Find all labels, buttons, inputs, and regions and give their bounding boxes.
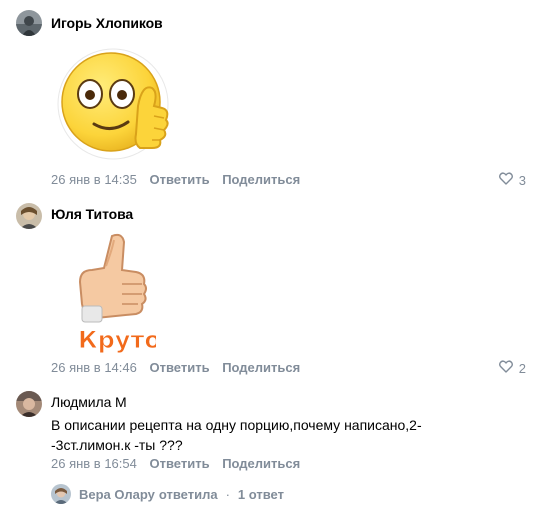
author-name[interactable]: Людмила М [51,394,127,410]
replies-count[interactable]: 1 ответ [238,487,284,502]
reply-avatar [51,484,71,504]
reply-button[interactable]: Ответить [149,360,209,375]
avatar[interactable] [16,203,42,229]
like-button[interactable]: 3 [498,172,526,188]
like-count: 2 [518,360,526,376]
comment-meta: 26 янв в 16:54 Ответить Поделиться [51,456,300,471]
share-button[interactable]: Поделиться [222,172,300,187]
comment-text-line: -3ст.лимон.к -ты ??? [51,437,183,453]
comment-date[interactable]: 26 янв в 14:35 [51,172,137,187]
author-name[interactable]: Игорь Хлопиков [51,15,163,31]
reply-button[interactable]: Ответить [149,456,209,471]
sticker-smiley-thumbs-up [56,44,176,171]
reply-author[interactable]: Вера Олару [79,487,155,502]
like-count: 3 [518,172,526,188]
comment-text: В описании рецепта на одну порцию,почему… [51,415,521,455]
comment-meta: 26 янв в 14:46 Ответить Поделиться [51,360,300,375]
share-button[interactable]: Поделиться [222,456,300,471]
comment-meta: 26 янв в 14:35 Ответить Поделиться [51,172,300,187]
avatar[interactable] [16,10,42,36]
replies-thread-link[interactable]: Вера Олару ответила · 1 ответ [51,484,284,504]
comment-date[interactable]: 26 янв в 16:54 [51,456,137,471]
reply-button[interactable]: Ответить [149,172,209,187]
author-name[interactable]: Юля Титова [51,206,133,222]
avatar[interactable] [16,391,42,417]
sticker-thumbs-up-kruto: Круто [76,230,161,359]
reply-action: ответила [158,486,218,502]
separator: · [225,486,230,502]
share-button[interactable]: Поделиться [222,360,300,375]
heart-icon [498,360,513,376]
sticker-text: Круто [78,326,156,354]
comment-date[interactable]: 26 янв в 14:46 [51,360,137,375]
comment-text-line: В описании рецепта на одну порцию,почему… [51,417,422,433]
heart-icon [498,172,513,188]
like-button[interactable]: 2 [498,360,526,376]
